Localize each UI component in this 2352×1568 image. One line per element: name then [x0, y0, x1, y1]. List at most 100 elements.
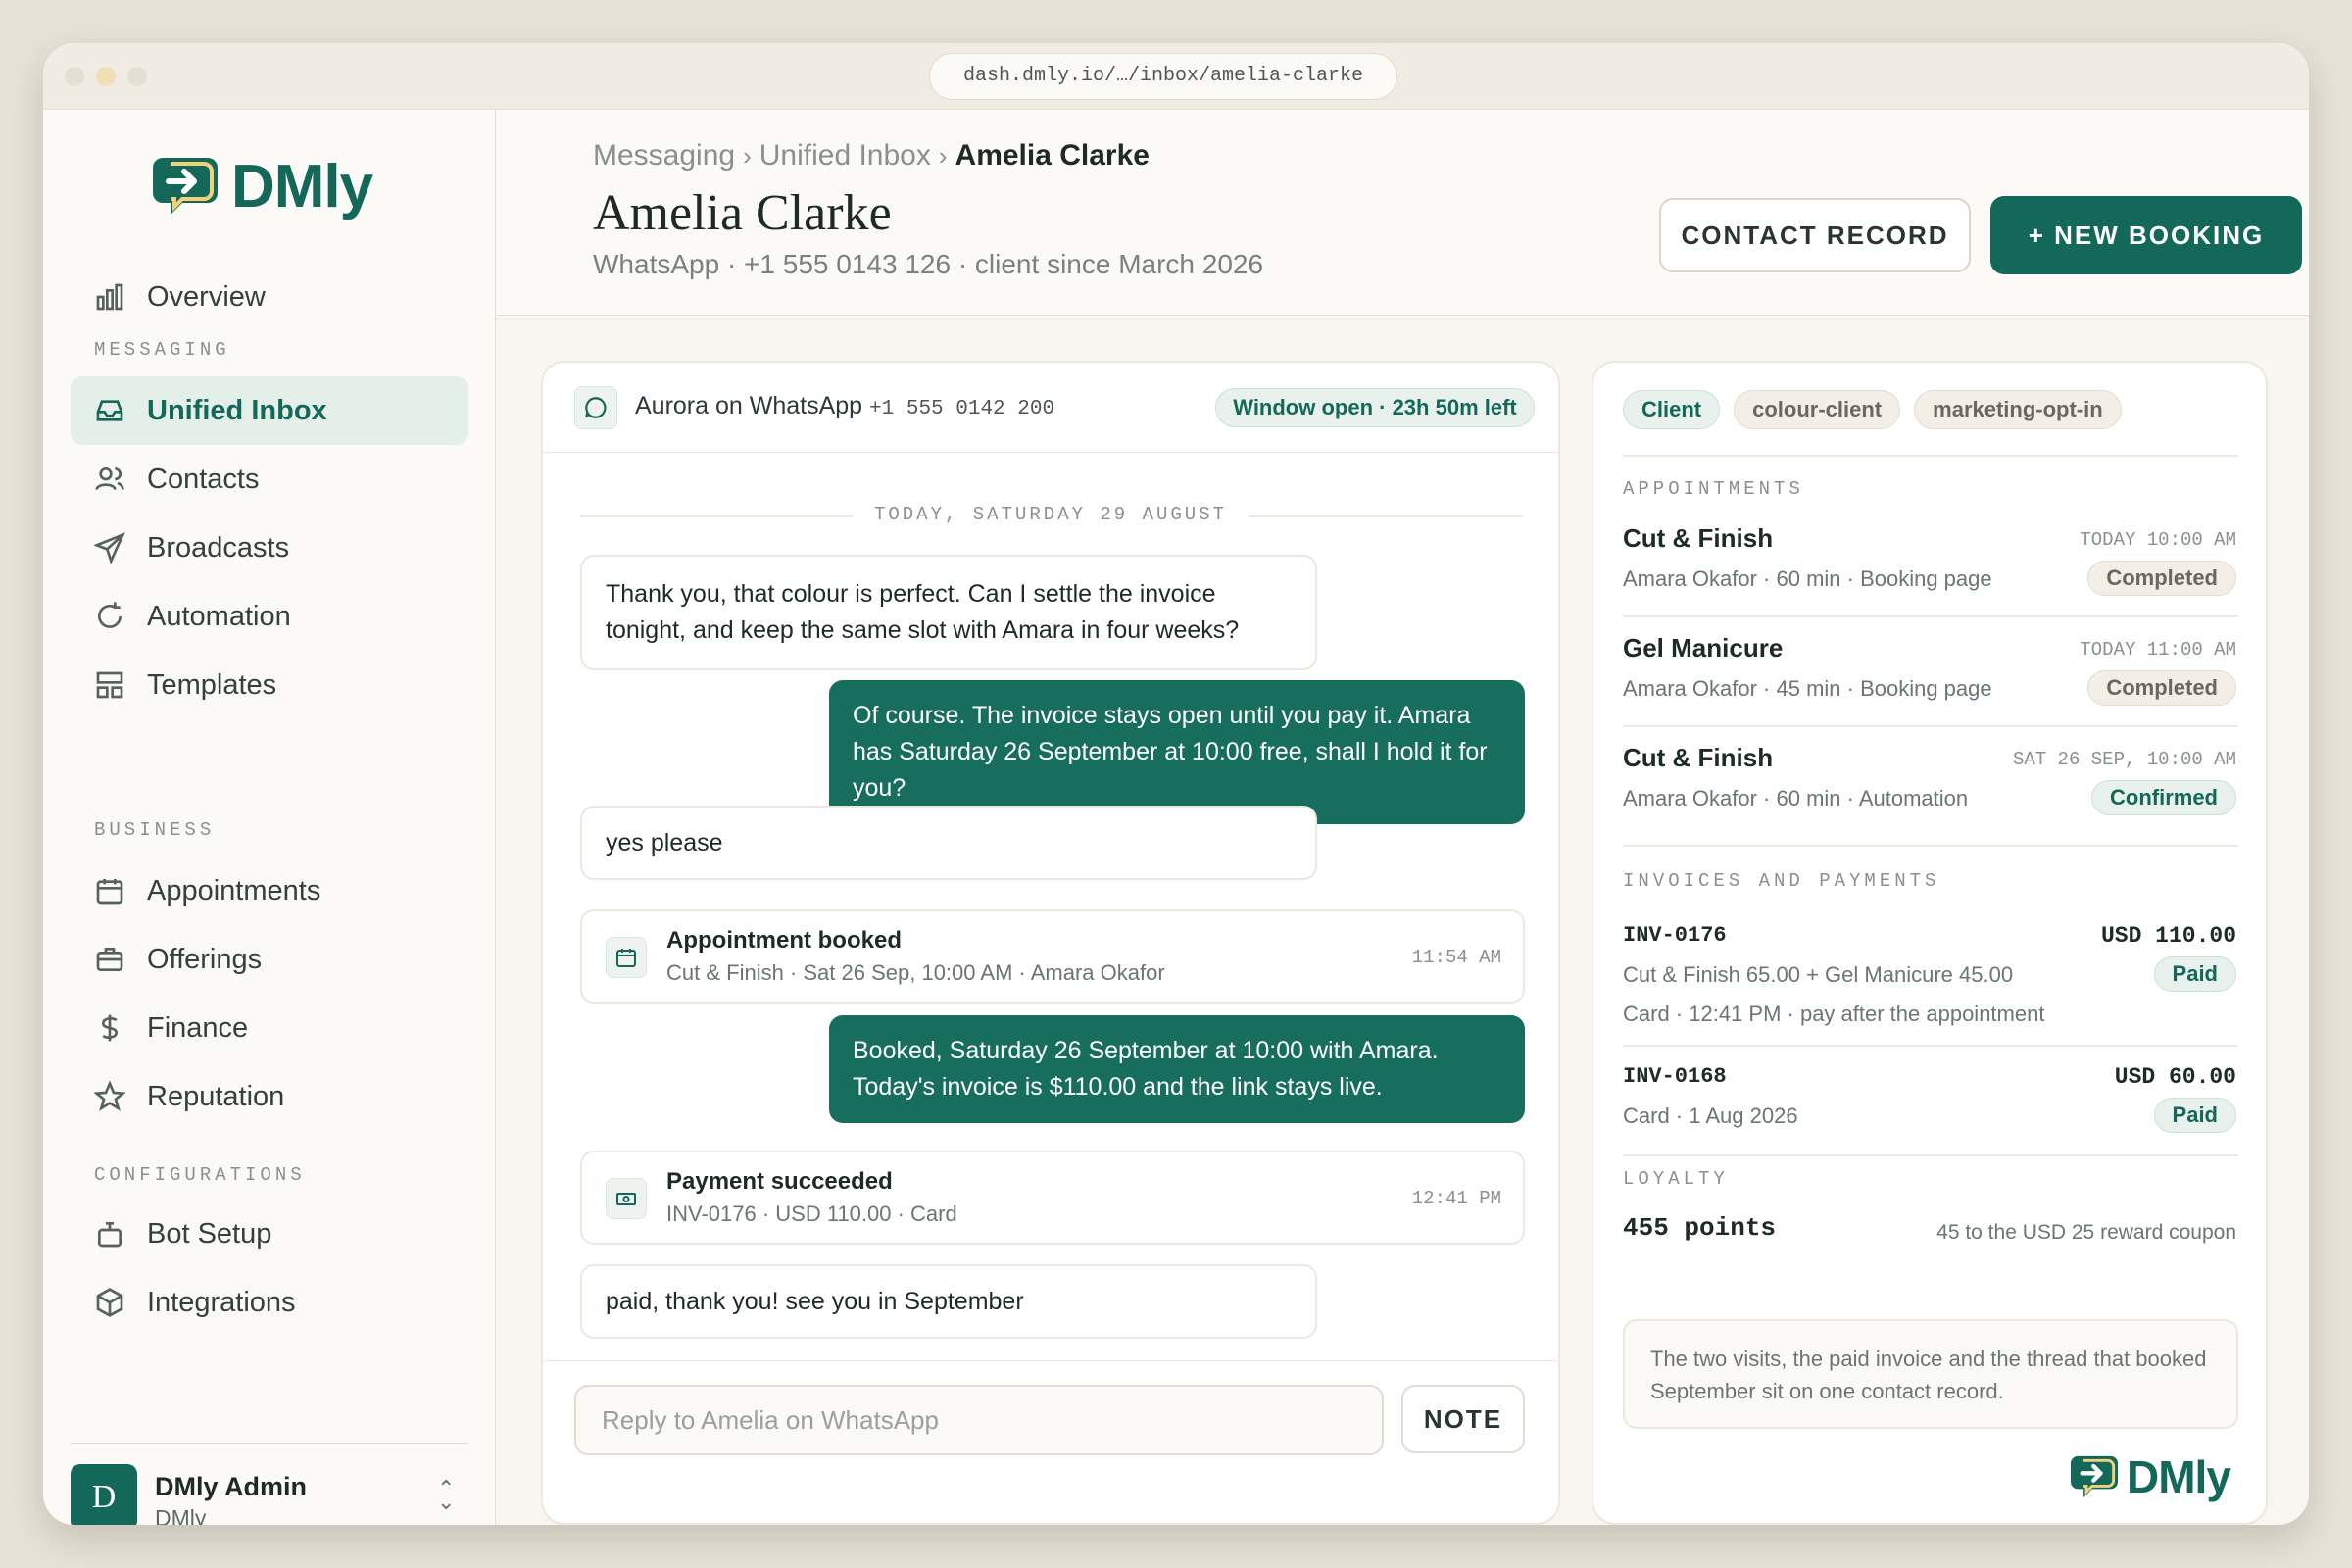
event-title: Payment succeeded: [666, 1168, 893, 1195]
sidebar-item-unified-inbox[interactable]: Unified Inbox: [71, 376, 468, 445]
section-label-messaging: MESSAGING: [94, 339, 230, 361]
breadcrumb-separator: ›: [938, 141, 948, 171]
users-icon: [95, 467, 124, 491]
contact-summary-note: The two visits, the paid invoice and the…: [1623, 1319, 2238, 1429]
loyalty-points: 455 points: [1623, 1213, 1777, 1243]
brand-logo[interactable]: DMly: [149, 151, 373, 221]
breadcrumb-unified-inbox[interactable]: Unified Inbox: [760, 139, 931, 172]
refresh-icon: [98, 602, 122, 628]
address-bar[interactable]: dash.dmly.io/…/inbox/amelia-clarke: [929, 53, 1397, 100]
appointment-time: SAT 26 SEP, 10:00 AM: [2012, 749, 2236, 770]
tag-client[interactable]: Client: [1623, 390, 1721, 429]
breadcrumb-separator: ›: [743, 141, 752, 171]
breadcrumb-messaging[interactable]: Messaging: [593, 139, 735, 172]
status-badge: Completed: [2087, 561, 2236, 596]
divider: [1623, 1154, 2238, 1156]
sidebar-item-contacts[interactable]: Contacts: [71, 445, 468, 514]
contact-record-button[interactable]: CONTACT RECORD: [1659, 198, 1971, 272]
tag-marketing-opt-in[interactable]: marketing-opt-in: [1914, 390, 2122, 429]
appointment-title[interactable]: Cut & Finish: [1623, 743, 1773, 773]
status-badge: Paid: [2153, 1098, 2236, 1133]
divider: [1623, 455, 2238, 457]
sidebar-item-offerings[interactable]: Offerings: [71, 925, 468, 994]
channel-info: Aurora on WhatsApp +1 555 0142 200: [635, 392, 1054, 420]
conversation-header: Aurora on WhatsApp +1 555 0142 200 Windo…: [543, 363, 1558, 453]
appointment-title[interactable]: Cut & Finish: [1623, 523, 1773, 554]
sidebar-item-appointments[interactable]: Appointments: [71, 857, 468, 925]
event-time: 12:41 PM: [1411, 1188, 1501, 1209]
maximize-window-dot[interactable]: [127, 67, 147, 86]
window-status-badge: Window open · 23h 50m left: [1215, 388, 1535, 427]
user-menu[interactable]: D DMly Admin DMly ⌃ ⌄: [71, 1443, 468, 1525]
appointment-details: Amara Okafor · 60 min · Booking page: [1623, 566, 1992, 591]
chevron-updown-icon[interactable]: ⌃ ⌄: [437, 1478, 455, 1513]
star-icon: [94, 1081, 125, 1111]
sidebar-item-overview[interactable]: Overview: [71, 263, 468, 331]
section-label-appointments: APPOINTMENTS: [1623, 478, 1804, 500]
close-window-dot[interactable]: [65, 67, 84, 86]
tag-colour-client[interactable]: colour-client: [1734, 390, 1901, 429]
divider: [1623, 725, 2238, 727]
message-incoming: paid, thank you! see you in September: [580, 1264, 1317, 1339]
contact-panel: Client colour-client marketing-opt-in AP…: [1592, 361, 2268, 1525]
divider: [1623, 1045, 2238, 1047]
appointment-title[interactable]: Gel Manicure: [1623, 633, 1783, 663]
briefcase-icon: [96, 948, 123, 971]
conversation-panel: Aurora on WhatsApp +1 555 0142 200 Windo…: [541, 361, 1560, 1525]
new-booking-button[interactable]: + NEW BOOKING: [1990, 196, 2302, 274]
minimize-window-dot[interactable]: [96, 67, 116, 86]
divider: [1623, 845, 2238, 847]
sidebar-item-finance[interactable]: Finance: [71, 994, 468, 1062]
sidebar-item-label: Integrations: [147, 1286, 296, 1318]
sidebar-item-templates[interactable]: Templates: [71, 651, 468, 719]
event-time: 11:54 AM: [1411, 947, 1501, 968]
sidebar: DMly Overview MESSAGING Unified Inbox Co…: [43, 110, 496, 1525]
sidebar-item-bot-setup[interactable]: Bot Setup: [71, 1200, 468, 1268]
invoice-id[interactable]: INV-0176: [1623, 923, 1727, 948]
status-badge: Completed: [2087, 670, 2236, 706]
channel-name: Aurora on WhatsApp: [635, 392, 863, 419]
sidebar-item-label: Automation: [147, 600, 291, 632]
sidebar-item-automation[interactable]: Automation: [71, 582, 468, 651]
title-bar: dash.dmly.io/…/inbox/amelia-clarke: [43, 43, 2309, 110]
event-appointment-booked[interactable]: Appointment booked Cut & Finish · Sat 26…: [580, 909, 1525, 1004]
dollar-icon: [101, 1014, 119, 1042]
contact-tags: Client colour-client marketing-opt-in: [1623, 390, 2122, 429]
sidebar-item-reputation[interactable]: Reputation: [71, 1062, 468, 1131]
breadcrumb: Messaging › Unified Inbox › Amelia Clarke: [593, 139, 1150, 172]
sidebar-item-label: Overview: [147, 280, 266, 313]
appointment-time: TODAY 11:00 AM: [2080, 639, 2236, 661]
sidebar-item-broadcasts[interactable]: Broadcasts: [71, 514, 468, 582]
chat-bubble-icon: [574, 386, 617, 429]
appointment-time: TODAY 10:00 AM: [2080, 529, 2236, 551]
sidebar-item-label: Bot Setup: [147, 1217, 272, 1250]
logo-chat-icon: [2071, 1455, 2118, 1498]
invoice-line-items: Cut & Finish 65.00 + Gel Manicure 45.00: [1623, 962, 2014, 987]
contact-subtitle: WhatsApp · +1 555 0143 126 · client sinc…: [593, 249, 1264, 279]
sidebar-item-label: Contacts: [147, 463, 260, 495]
message-incoming: yes please: [580, 806, 1317, 880]
reply-input[interactable]: [574, 1385, 1384, 1455]
invoice-amount: USD 110.00: [2100, 923, 2236, 949]
section-label-loyalty: LOYALTY: [1623, 1168, 1729, 1190]
event-details: INV-0176 · USD 110.00 · Card: [666, 1201, 957, 1226]
divider: [1623, 615, 2238, 617]
sidebar-item-integrations[interactable]: Integrations: [71, 1268, 468, 1337]
sidebar-item-label: Reputation: [147, 1080, 285, 1112]
event-payment-succeeded[interactable]: Payment succeeded INV-0176 · USD 110.00 …: [580, 1151, 1525, 1245]
channel-number: +1 555 0142 200: [869, 398, 1055, 420]
status-badge: Confirmed: [2091, 780, 2236, 815]
logo-wordmark: DMly: [2127, 1451, 2231, 1502]
section-label-configurations: CONFIGURATIONS: [94, 1164, 306, 1186]
invoice-payment-details: Card · 1 Aug 2026: [1623, 1103, 1798, 1128]
user-org: DMly: [155, 1505, 207, 1525]
message-outgoing: Of course. The invoice stays open until …: [829, 680, 1525, 824]
sidebar-item-label: Broadcasts: [147, 531, 290, 564]
section-label-business: BUSINESS: [94, 819, 216, 841]
appointment-details: Amara Okafor · 60 min · Automation: [1623, 786, 1969, 810]
invoice-id[interactable]: INV-0168: [1623, 1064, 1727, 1089]
note-button[interactable]: NOTE: [1401, 1385, 1525, 1453]
loyalty-note: 45 to the USD 25 reward coupon: [1936, 1221, 2236, 1244]
sidebar-item-label: Appointments: [147, 874, 321, 906]
invoice-payment-details: Card · 12:41 PM · pay after the appointm…: [1623, 1002, 2045, 1026]
